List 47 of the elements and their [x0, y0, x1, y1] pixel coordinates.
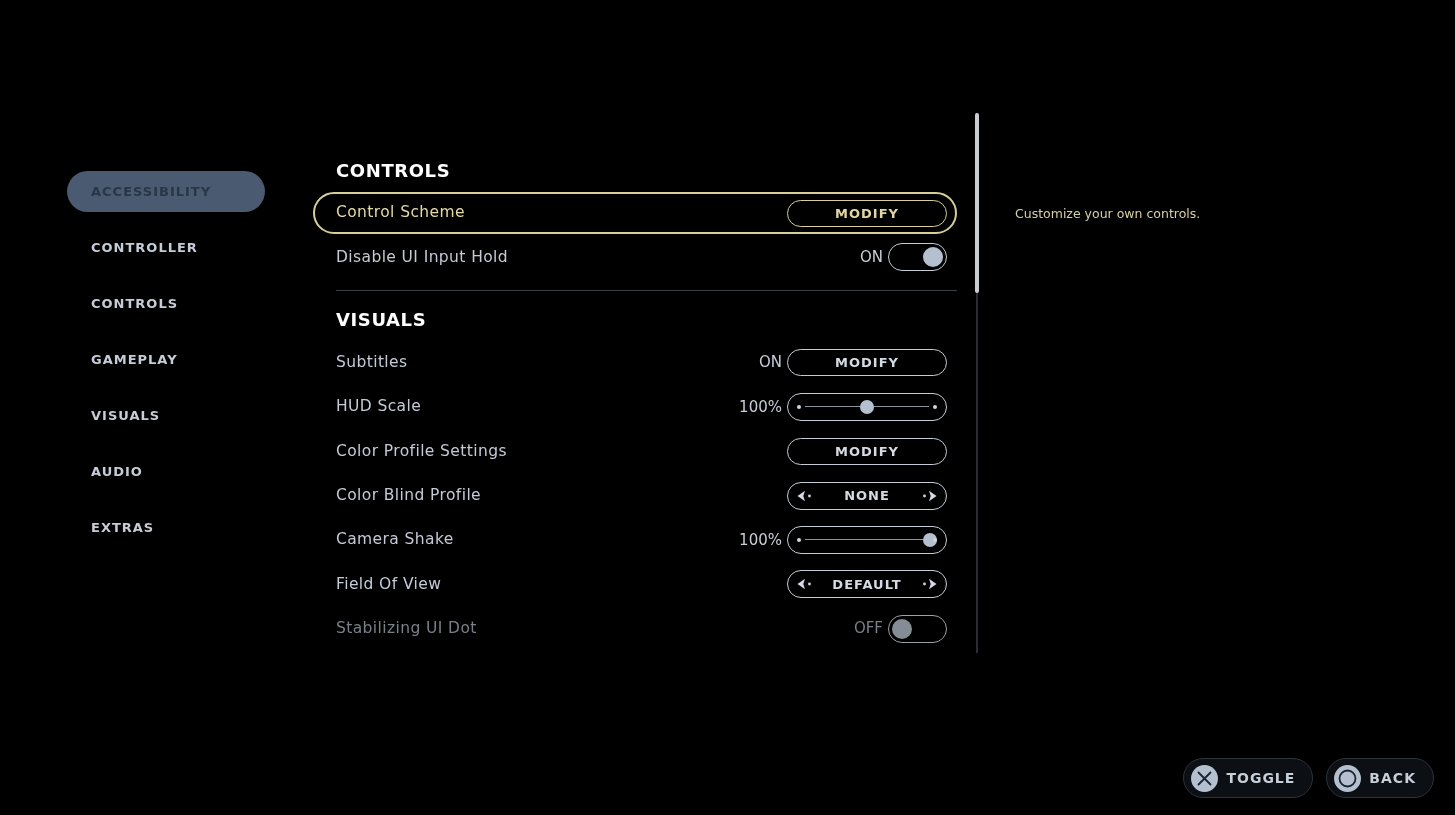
setting-value: 100%	[739, 396, 782, 418]
arrow-left-icon	[797, 489, 812, 502]
sidebar-tab[interactable]: AUDIO	[67, 451, 265, 492]
setting-row[interactable]: Color Blind Profile NONE	[313, 474, 957, 517]
circle-icon	[1334, 764, 1362, 792]
description-text: Customize your own controls.	[1015, 205, 1201, 223]
sidebar-tab[interactable]: EXTRAS	[67, 507, 265, 548]
setting-label: Field Of View	[336, 573, 442, 595]
setting-label: Disable UI Input Hold	[336, 246, 508, 268]
setting-label: Camera Shake	[336, 529, 454, 551]
selector-value: NONE	[844, 486, 890, 505]
slider-thumb[interactable]	[860, 399, 874, 414]
arrow-left-icon	[797, 578, 812, 591]
setting-label: HUD Scale	[336, 396, 422, 418]
setting-label: Color Blind Profile	[336, 484, 482, 506]
cross-icon	[1191, 764, 1219, 792]
setting-row[interactable]: Subtitles ON MODIFY	[313, 341, 957, 384]
setting-label: Stabilizing UI Dot	[336, 618, 477, 640]
arrow-right-icon	[922, 578, 937, 591]
sidebar-tab[interactable]: CONTROLLER	[67, 227, 265, 268]
setting-row[interactable]: Disable UI Input Hold ON	[313, 236, 957, 279]
section-heading: CONTROLS	[336, 159, 452, 183]
toggle-knob	[892, 618, 912, 639]
setting-row[interactable]: Camera Shake 100%	[313, 518, 957, 561]
setting-value: ON	[859, 247, 883, 269]
setting-value: OFF	[853, 618, 883, 640]
back-button[interactable]: BACK	[1326, 758, 1434, 798]
sidebar-tab[interactable]: VISUALS	[67, 395, 265, 436]
sidebar-tab[interactable]: CONTROLS	[67, 283, 265, 324]
section-heading: VISUALS	[336, 308, 428, 333]
setting-row[interactable]: Color Profile Settings MODIFY	[313, 430, 957, 473]
slider-thumb[interactable]	[923, 532, 937, 547]
setting-row[interactable]: HUD Scale 100%	[313, 385, 957, 428]
setting-value: ON	[758, 352, 782, 374]
sidebar-tab[interactable]: GAMEPLAY	[67, 339, 265, 380]
scrollbar-thumb[interactable]	[975, 113, 979, 293]
scrollbar-track[interactable]	[975, 113, 979, 653]
selector-value: DEFAULT	[832, 575, 902, 594]
toggle-knob	[923, 247, 943, 268]
setting-row[interactable]: Field Of View DEFAULT	[313, 563, 957, 606]
toggle-button[interactable]: TOGGLE	[1183, 758, 1314, 798]
setting-label: Color Profile Settings	[336, 440, 507, 462]
setting-label: Subtitles	[336, 351, 408, 373]
setting-label: Control Scheme	[336, 202, 465, 224]
setting-value: 100%	[739, 529, 782, 551]
setting-row[interactable]: Control Scheme MODIFY	[313, 192, 957, 234]
arrow-right-icon	[922, 489, 937, 502]
